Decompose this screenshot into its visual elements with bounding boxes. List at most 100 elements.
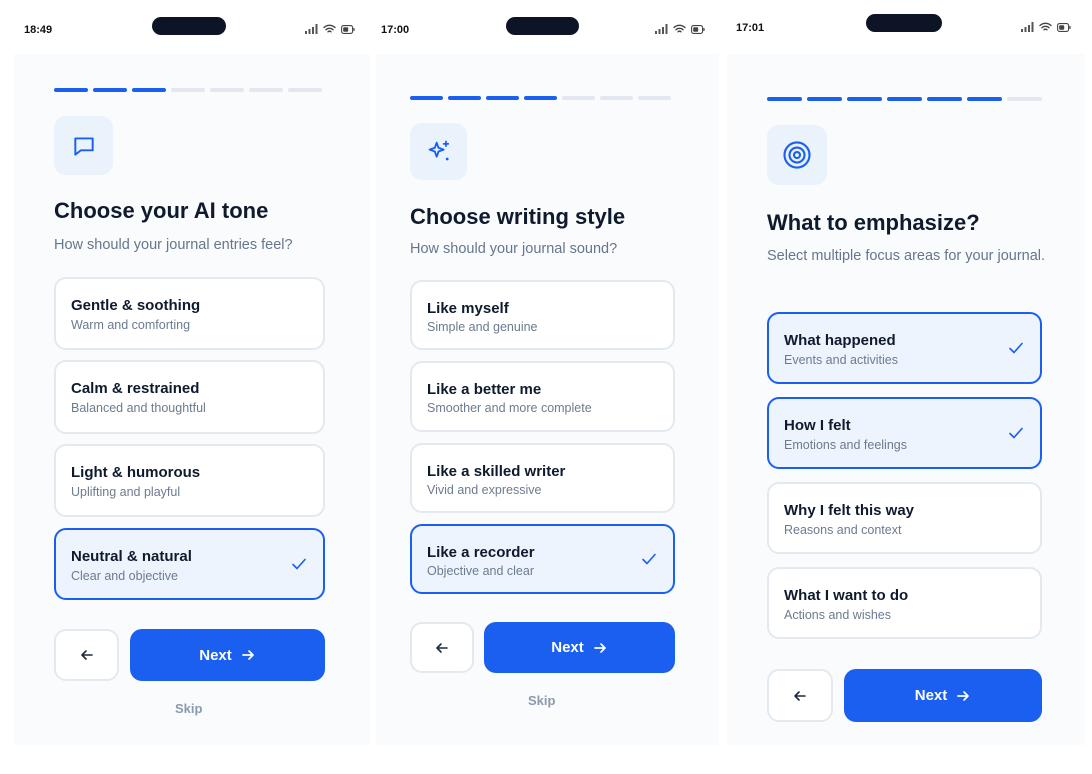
progress-segment xyxy=(54,88,88,92)
progress-segment xyxy=(887,97,922,101)
page-subtitle: How should your journal sound? xyxy=(410,241,618,257)
style-option-better-me[interactable]: Like a better me Smoother and more compl… xyxy=(410,361,675,432)
status-bar: 17:01 xyxy=(727,14,1085,54)
back-button[interactable] xyxy=(767,669,833,722)
option-title: Like a skilled writer xyxy=(427,463,566,480)
next-button-label: Next xyxy=(199,646,232,664)
option-title: Calm & restrained xyxy=(71,380,200,397)
hero-icon-tile xyxy=(54,116,113,175)
option-title: Gentle & soothing xyxy=(71,297,201,314)
next-button[interactable]: Next xyxy=(844,669,1042,722)
option-title: Like a better me xyxy=(427,381,542,398)
back-button[interactable] xyxy=(410,622,474,673)
progress-segment xyxy=(767,97,802,101)
status-time: 17:01 xyxy=(736,22,765,34)
option-title: Like myself xyxy=(427,300,509,317)
page-title: What to emphasize? xyxy=(767,210,980,235)
back-button[interactable] xyxy=(54,629,119,681)
progress-segment xyxy=(288,88,322,92)
progress-indicator xyxy=(767,97,1042,101)
arrow-left-icon xyxy=(436,642,448,653)
option-title: Like a recorder xyxy=(427,544,535,561)
style-option-myself[interactable]: Like myself Simple and genuine xyxy=(410,280,675,350)
option-subtitle: Vivid and expressive xyxy=(427,483,542,497)
option-subtitle: Clear and objective xyxy=(71,569,179,583)
progress-indicator xyxy=(54,88,322,92)
progress-segment xyxy=(524,96,557,100)
option-subtitle: Actions and wishes xyxy=(784,608,892,622)
status-time: 18:49 xyxy=(24,24,53,36)
tone-option-light[interactable]: Light & humorous Uplifting and playful xyxy=(54,444,325,517)
check-icon xyxy=(1009,342,1023,354)
chat-bubble-icon xyxy=(73,136,94,156)
option-subtitle: Objective and clear xyxy=(427,564,535,578)
wifi-icon xyxy=(323,24,336,33)
option-title: How I felt xyxy=(784,417,851,434)
status-icons xyxy=(1021,22,1071,32)
focus-option-why[interactable]: Why I felt this way Reasons and context xyxy=(767,482,1042,554)
focus-option-how-i-felt[interactable]: How I felt Emotions and feelings xyxy=(767,397,1042,469)
battery-icon xyxy=(1057,22,1071,32)
progress-segment xyxy=(562,96,595,100)
skip-link[interactable]: Skip xyxy=(175,701,202,716)
status-icons xyxy=(305,24,355,34)
progress-segment xyxy=(807,97,842,101)
arrow-left-icon xyxy=(80,650,93,660)
next-button[interactable]: Next xyxy=(484,622,675,673)
skip-link[interactable]: Skip xyxy=(528,693,555,708)
arrow-right-icon xyxy=(241,650,254,660)
target-icon xyxy=(783,141,811,169)
progress-segment xyxy=(927,97,962,101)
option-subtitle: Events and activities xyxy=(784,353,898,367)
status-icons xyxy=(655,24,705,34)
battery-icon xyxy=(691,24,705,34)
dynamic-island xyxy=(866,14,942,32)
page-subtitle: How should your journal entries feel? xyxy=(54,237,293,253)
sparkles-icon xyxy=(428,140,449,160)
progress-segment xyxy=(448,96,481,100)
focus-option-want-to-do[interactable]: What I want to do Actions and wishes xyxy=(767,567,1042,639)
tone-option-gentle[interactable]: Gentle & soothing Warm and comforting xyxy=(54,277,325,350)
hero-icon-tile xyxy=(410,123,467,180)
check-icon xyxy=(292,558,306,570)
hero-icon-tile xyxy=(767,125,827,185)
dynamic-island xyxy=(506,17,579,35)
style-option-recorder[interactable]: Like a recorder Objective and clear xyxy=(410,524,675,594)
wifi-icon xyxy=(1039,22,1052,31)
status-time: 17:00 xyxy=(381,24,410,36)
tone-option-neutral[interactable]: Neutral & natural Clear and objective xyxy=(54,528,325,600)
signal-icon xyxy=(305,24,318,34)
dynamic-island xyxy=(152,17,226,35)
progress-segment xyxy=(847,97,882,101)
status-bar: 17:00 xyxy=(376,14,719,54)
focus-option-what-happened[interactable]: What happened Events and activities xyxy=(767,312,1042,384)
option-title: Neutral & natural xyxy=(71,548,192,565)
signal-icon xyxy=(1021,22,1034,32)
next-button[interactable]: Next xyxy=(130,629,325,681)
progress-segment xyxy=(93,88,127,92)
progress-segment xyxy=(171,88,205,92)
option-subtitle: Balanced and thoughtful xyxy=(71,401,206,415)
next-button-label: Next xyxy=(914,687,948,704)
check-icon xyxy=(1009,427,1023,439)
style-option-skilled-writer[interactable]: Like a skilled writer Vivid and expressi… xyxy=(410,443,675,513)
option-subtitle: Emotions and feelings xyxy=(784,438,907,452)
option-title: Why I felt this way xyxy=(784,502,915,519)
status-bar: 18:49 xyxy=(14,14,370,54)
progress-segment xyxy=(486,96,519,100)
option-subtitle: Smoother and more complete xyxy=(427,401,592,415)
onboarding-screen-emphasis: 17:01 What to emphasize? Select multiple… xyxy=(727,14,1085,745)
arrow-right-icon xyxy=(593,642,606,653)
signal-icon xyxy=(655,24,668,34)
option-subtitle: Uplifting and playful xyxy=(71,485,181,499)
progress-segment xyxy=(249,88,283,92)
battery-icon xyxy=(341,24,355,34)
option-subtitle: Simple and genuine xyxy=(427,320,538,334)
progress-segment xyxy=(967,97,1002,101)
next-button-label: Next xyxy=(551,639,584,656)
arrow-left-icon xyxy=(794,690,806,701)
page-title: Choose your AI tone xyxy=(54,198,269,223)
arrow-right-icon xyxy=(957,690,970,701)
progress-indicator xyxy=(410,96,671,100)
tone-option-calm[interactable]: Calm & restrained Balanced and thoughtfu… xyxy=(54,360,325,434)
